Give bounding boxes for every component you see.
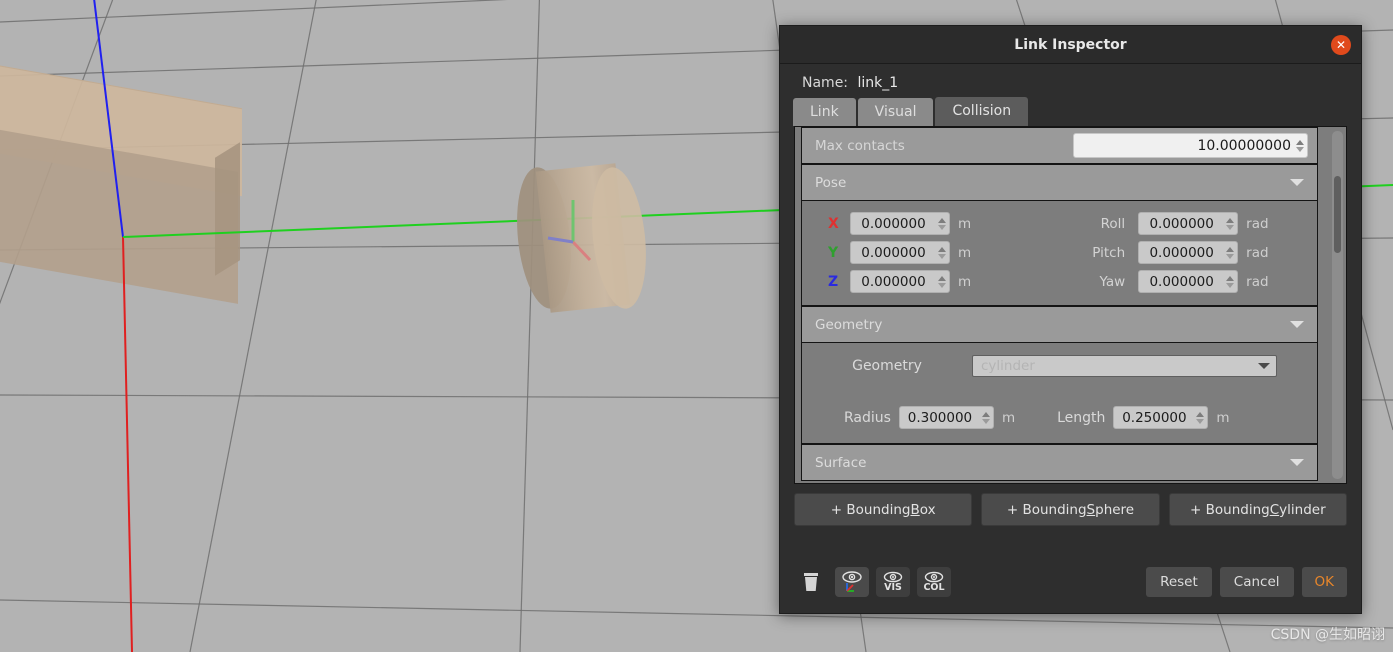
- link-name-row: Name: link_1: [780, 64, 1361, 97]
- collision-properties-scroll-area[interactable]: Max contacts 10.00000000 Pose X 0.000000: [794, 126, 1347, 484]
- link-origin-axes: [547, 200, 592, 262]
- max-contacts-row: Max contacts 10.00000000: [801, 127, 1318, 164]
- pose-rot-unit-roll: rad: [1246, 215, 1269, 232]
- pose-input-yaw[interactable]: 0.000000: [1138, 270, 1239, 293]
- pose-input-pitch[interactable]: 0.000000: [1138, 241, 1239, 264]
- length-stepper[interactable]: [1196, 411, 1205, 424]
- geometry-select-row: Geometry cylinder: [802, 355, 1317, 377]
- geometry-select-label: Geometry: [852, 358, 922, 374]
- tab-visual[interactable]: Visual: [857, 98, 934, 126]
- pose-rot-unit-yaw: rad: [1246, 273, 1269, 290]
- tab-collision[interactable]: Collision: [935, 97, 1029, 126]
- pose-group-body: X 0.000000 m Roll 0.000000 rad Y 0.00000…: [801, 201, 1318, 306]
- scrollbar-track[interactable]: [1332, 131, 1343, 479]
- pose-row-x: X 0.000000 m Roll 0.000000 rad: [802, 209, 1317, 238]
- pose-input-z[interactable]: 0.000000: [850, 270, 950, 293]
- close-icon[interactable]: ✕: [1331, 35, 1351, 55]
- chevron-down-icon: [1290, 459, 1304, 466]
- geometry-group-header[interactable]: Geometry: [801, 306, 1318, 343]
- radius-stepper[interactable]: [981, 411, 990, 424]
- pose-input-y[interactable]: 0.000000: [850, 241, 950, 264]
- pose-group-label: Pose: [815, 174, 847, 191]
- delete-icon[interactable]: [794, 567, 828, 597]
- surface-group-header[interactable]: Surface: [801, 444, 1318, 481]
- show-visual-icon[interactable]: VIS: [876, 566, 910, 597]
- dialog-footer: VIS COL Reset Cancel OK: [780, 550, 1361, 613]
- scrollbar-thumb[interactable]: [1334, 176, 1341, 253]
- pose-input-x[interactable]: 0.000000: [850, 212, 950, 235]
- dialog-titlebar[interactable]: Link Inspector ✕: [780, 26, 1361, 64]
- svg-text:VIS: VIS: [884, 582, 902, 593]
- pose-stepper-x[interactable]: [938, 217, 946, 230]
- show-collision-icon[interactable]: COL: [917, 566, 951, 597]
- pose-row-z: Z 0.000000 m Yaw 0.000000 rad: [802, 267, 1317, 296]
- pose-input-roll[interactable]: 0.000000: [1138, 212, 1239, 235]
- pose-unit-y: m: [958, 244, 972, 261]
- pose-unit-x: m: [958, 215, 972, 232]
- geometry-type-select[interactable]: cylinder: [972, 355, 1277, 377]
- pose-row-y: Y 0.000000 m Pitch 0.000000 rad: [802, 238, 1317, 267]
- pose-unit-z: m: [958, 273, 972, 290]
- tab-bar: Link Visual Collision: [780, 97, 1361, 126]
- link-name-label: Name:: [802, 75, 849, 91]
- pose-rot-label-roll: Roll: [1100, 215, 1126, 232]
- max-contacts-stepper[interactable]: [1296, 139, 1304, 152]
- show-axes-icon[interactable]: [835, 566, 869, 597]
- max-contacts-label: Max contacts: [815, 137, 905, 154]
- chevron-down-icon: [1290, 321, 1304, 328]
- pose-value-yaw: 0.000000: [1149, 273, 1214, 290]
- pose-stepper-roll[interactable]: [1226, 217, 1235, 230]
- chevron-down-icon: [1290, 179, 1304, 186]
- radius-unit: m: [1001, 409, 1016, 426]
- add-bounding-cylinder-button[interactable]: + Bounding Cylinder: [1168, 493, 1347, 526]
- radius-input[interactable]: 0.300000: [898, 406, 994, 429]
- geometry-dimensions-row: Radius 0.300000 m Length 0.250000 m: [802, 406, 1317, 429]
- length-value: 0.250000: [1122, 409, 1187, 426]
- pose-axis-label-x: X: [828, 215, 839, 232]
- radius-value: 0.300000: [907, 409, 973, 426]
- tab-link[interactable]: Link: [793, 98, 856, 126]
- pose-rot-label-yaw: Yaw: [1099, 273, 1126, 290]
- pose-axis-label-z: Z: [828, 273, 839, 290]
- pose-stepper-yaw[interactable]: [1226, 275, 1235, 288]
- link-inspector-dialog: Link Inspector ✕ Name: link_1 Link Visua…: [779, 25, 1362, 614]
- add-bounding-box-button[interactable]: + Bounding Box: [794, 493, 973, 526]
- max-contacts-value: 10.00000000: [1197, 137, 1291, 154]
- cancel-button[interactable]: Cancel: [1219, 566, 1294, 597]
- pose-value-pitch: 0.000000: [1149, 244, 1214, 261]
- pose-stepper-z[interactable]: [938, 275, 946, 288]
- add-bounding-sphere-button[interactable]: + Bounding Sphere: [981, 493, 1160, 526]
- pose-value-y: 0.000000: [861, 244, 926, 261]
- pose-stepper-y[interactable]: [938, 246, 946, 259]
- radius-label: Radius: [844, 409, 891, 426]
- link-name-value: link_1: [857, 75, 899, 91]
- geometry-type-value: cylinder: [981, 358, 1035, 374]
- bounding-buttons-row: + Bounding Box + Bounding Sphere + Bound…: [780, 484, 1361, 526]
- pose-value-x: 0.000000: [861, 215, 926, 232]
- reset-button[interactable]: Reset: [1146, 566, 1212, 597]
- length-input[interactable]: 0.250000: [1113, 406, 1209, 429]
- geometry-group-label: Geometry: [815, 316, 883, 333]
- pose-value-z: 0.000000: [861, 273, 926, 290]
- pose-group-header[interactable]: Pose: [801, 164, 1318, 201]
- dialog-title: Link Inspector: [1014, 36, 1127, 53]
- pose-value-roll: 0.000000: [1149, 215, 1214, 232]
- svg-text:COL: COL: [923, 582, 944, 593]
- footer-tool-group: VIS COL: [794, 566, 951, 597]
- pose-rot-label-pitch: Pitch: [1092, 244, 1126, 261]
- pose-rot-unit-pitch: rad: [1246, 244, 1269, 261]
- chevron-down-icon: [1258, 363, 1270, 369]
- max-contacts-input[interactable]: 10.00000000: [1073, 133, 1308, 158]
- length-unit: m: [1216, 409, 1230, 426]
- footer-action-group: Reset Cancel OK: [1146, 566, 1347, 597]
- geometry-group-body: Geometry cylinder Radius 0.300000 m Leng…: [801, 343, 1318, 444]
- ok-button[interactable]: OK: [1301, 566, 1347, 597]
- surface-group-label: Surface: [815, 454, 867, 471]
- length-label: Length: [1057, 409, 1106, 426]
- pose-stepper-pitch[interactable]: [1226, 246, 1235, 259]
- pose-axis-label-y: Y: [828, 244, 839, 261]
